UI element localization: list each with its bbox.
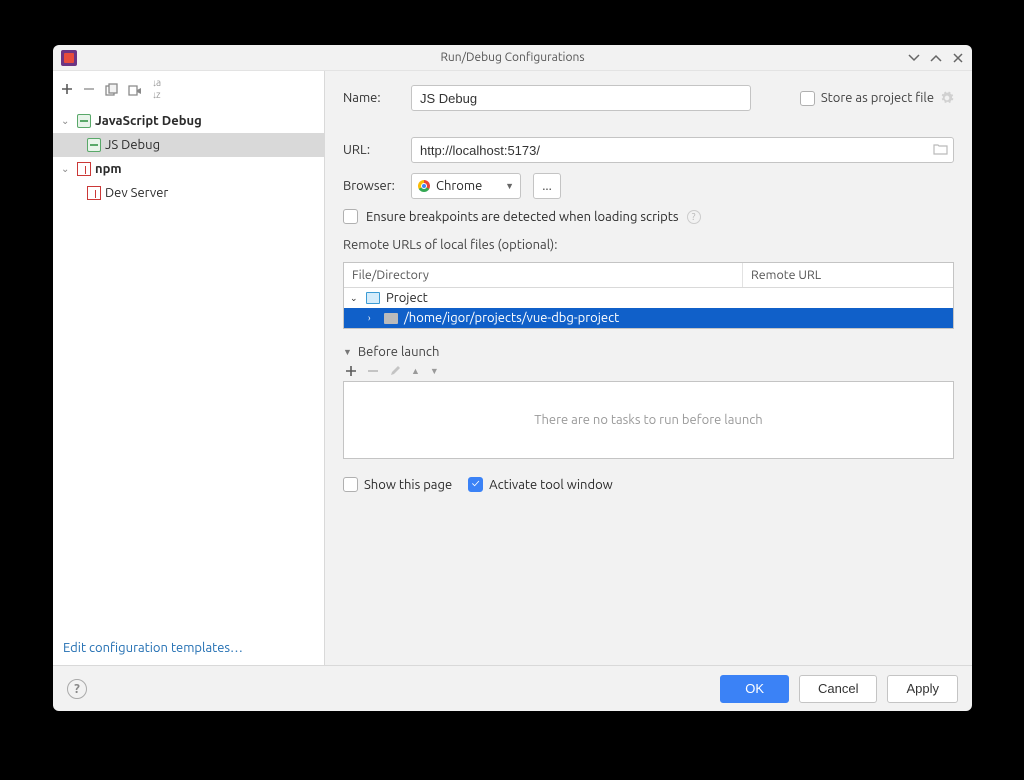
tree-group-npm[interactable]: ⌄ npm: [53, 157, 324, 181]
move-up-button[interactable]: ▲: [411, 366, 420, 376]
sort-config-button[interactable]: ↓a↓z: [152, 77, 160, 101]
remote-urls-label: Remote URLs of local files (optional):: [343, 238, 954, 252]
gear-icon[interactable]: [940, 91, 954, 105]
apply-button[interactable]: Apply: [887, 675, 958, 703]
minimize-icon[interactable]: [908, 52, 920, 64]
chevron-down-icon: ⌄: [61, 112, 73, 130]
chevron-down-icon: ▼: [505, 181, 514, 191]
folder-icon: [384, 313, 398, 324]
col-file-directory[interactable]: File/Directory: [344, 263, 743, 287]
show-page-checkbox[interactable]: [343, 477, 358, 492]
help-button[interactable]: ?: [67, 679, 87, 699]
copy-config-button[interactable]: [105, 83, 118, 96]
browser-label: Browser:: [343, 179, 399, 193]
js-debug-icon: [87, 138, 101, 152]
before-launch-header[interactable]: ▼ Before launch: [343, 345, 954, 359]
save-config-button[interactable]: [128, 83, 142, 96]
col-remote-url[interactable]: Remote URL: [743, 263, 953, 287]
tree-item-js-debug[interactable]: JS Debug: [53, 133, 324, 157]
tree-group-js-debug[interactable]: ⌄ JavaScript Debug: [53, 109, 324, 133]
dialog-window: Run/Debug Configurations ↓a↓z ⌄ JavaScri…: [53, 45, 972, 711]
show-page-label: Show this page: [364, 478, 452, 492]
app-icon: [61, 50, 77, 66]
chevron-right-icon: ›: [368, 313, 378, 323]
dialog-footer: ? OK Cancel Apply: [53, 665, 972, 711]
sidebar-toolbar: ↓a↓z: [53, 71, 324, 107]
project-icon: [366, 292, 380, 304]
grid-row-project[interactable]: ⌄ Project: [344, 288, 953, 308]
chevron-down-icon: ⌄: [350, 293, 360, 304]
titlebar: Run/Debug Configurations: [53, 45, 972, 71]
chevron-down-icon: ⌄: [61, 160, 73, 178]
chrome-icon: [418, 180, 430, 192]
remote-urls-grid: File/Directory Remote URL ⌄ Project › /h…: [343, 262, 954, 329]
activate-tool-window-label: Activate tool window: [489, 478, 613, 492]
edit-templates-link[interactable]: Edit configuration templates…: [63, 641, 243, 655]
npm-icon: [87, 186, 101, 200]
close-icon[interactable]: [952, 52, 964, 64]
ensure-breakpoints-label: Ensure breakpoints are detected when loa…: [366, 210, 679, 224]
store-as-project-checkbox[interactable]: [800, 91, 815, 106]
tree-item-dev-server[interactable]: Dev Server: [53, 181, 324, 205]
form-panel: Name: Store as project file URL: Browser…: [325, 71, 972, 665]
npm-icon: [77, 162, 91, 176]
edit-task-button[interactable]: [389, 365, 401, 377]
ok-button[interactable]: OK: [720, 675, 789, 703]
add-config-button[interactable]: [61, 83, 73, 95]
url-input[interactable]: [411, 137, 954, 163]
name-label: Name:: [343, 91, 399, 105]
remove-config-button[interactable]: [83, 83, 95, 95]
add-task-button[interactable]: [345, 365, 357, 377]
js-debug-icon: [77, 114, 91, 128]
browser-more-button[interactable]: ...: [533, 173, 561, 199]
ensure-breakpoints-checkbox[interactable]: [343, 209, 358, 224]
remove-task-button[interactable]: [367, 365, 379, 377]
cancel-button[interactable]: Cancel: [799, 675, 877, 703]
window-title: Run/Debug Configurations: [53, 51, 972, 64]
triangle-down-icon: ▼: [343, 347, 352, 357]
folder-open-icon[interactable]: [933, 142, 948, 155]
config-tree: ⌄ JavaScript Debug JS Debug ⌄ npm Dev Se…: [53, 107, 324, 631]
url-label: URL:: [343, 143, 399, 157]
grid-row-path[interactable]: › /home/igor/projects/vue-dbg-project: [344, 308, 953, 328]
maximize-icon[interactable]: [930, 52, 942, 64]
activate-tool-window-checkbox[interactable]: [468, 477, 483, 492]
before-launch-empty: There are no tasks to run before launch: [343, 381, 954, 459]
browser-select[interactable]: Chrome ▼: [411, 173, 521, 199]
move-down-button[interactable]: ▼: [430, 366, 439, 376]
name-input[interactable]: [411, 85, 751, 111]
config-sidebar: ↓a↓z ⌄ JavaScript Debug JS Debug ⌄ npm: [53, 71, 325, 665]
help-icon[interactable]: ?: [687, 210, 701, 224]
store-as-project-label: Store as project file: [821, 91, 934, 105]
